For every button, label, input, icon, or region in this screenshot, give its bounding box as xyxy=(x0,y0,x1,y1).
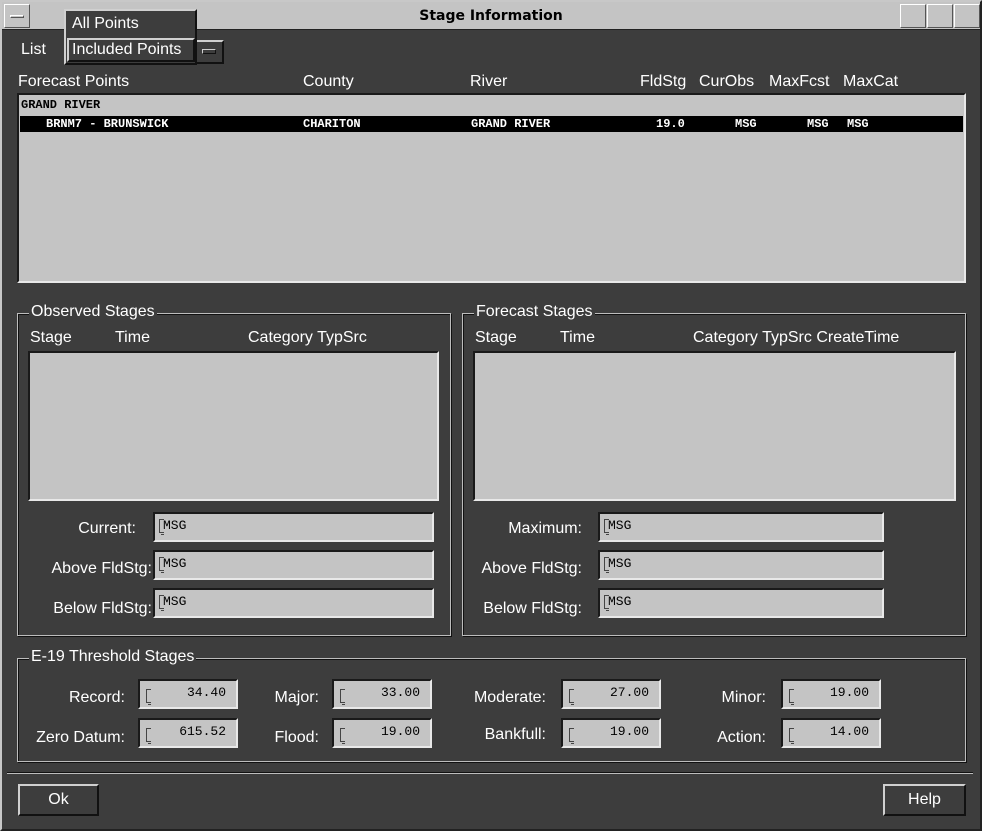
action-value: 14.00 xyxy=(829,724,869,739)
text-cursor-icon xyxy=(789,728,794,744)
moderate-field[interactable]: 27.00 xyxy=(561,679,661,709)
forecast-stages-list[interactable] xyxy=(473,351,956,501)
header-forecast-points: Forecast Points xyxy=(18,73,130,90)
cell-county: CHARITON xyxy=(303,117,361,131)
forecast-points-list[interactable]: GRAND RIVER BRNM7 - BRUNSWICK CHARITON G… xyxy=(17,93,966,283)
record-value: 34.40 xyxy=(186,685,226,700)
text-cursor-icon xyxy=(604,556,609,573)
header-maxcat: MaxCat xyxy=(843,73,899,90)
cell-maxfcst: MSG xyxy=(807,117,829,131)
bankfull-value: 19.00 xyxy=(609,724,649,739)
threshold-stages-title: E-19 Threshold Stages xyxy=(29,648,197,666)
obs-below-fldstg-value: MSG xyxy=(163,594,187,609)
list-row-brnm7[interactable]: BRNM7 - BRUNSWICK CHARITON GRAND RIVER 1… xyxy=(20,116,963,132)
current-value: MSG xyxy=(163,518,187,533)
current-label: Current: xyxy=(78,520,136,537)
text-cursor-icon xyxy=(159,518,164,535)
header-curobs: CurObs xyxy=(699,73,755,90)
forecast-header-category-typsrc-createtime: Category TypSrc CreateTime xyxy=(693,329,900,346)
current-field[interactable]: MSG xyxy=(153,512,434,542)
text-cursor-icon xyxy=(340,728,345,744)
help-button[interactable]: Help xyxy=(883,784,966,816)
record-field[interactable]: 34.40 xyxy=(138,679,238,709)
ok-button[interactable]: Ok xyxy=(18,784,99,816)
forecast-stages-title: Forecast Stages xyxy=(474,303,595,321)
cell-point: BRNM7 - BRUNSWICK xyxy=(46,117,169,131)
option-menu-indicator-icon xyxy=(202,49,216,54)
major-label: Major: xyxy=(274,689,319,706)
flood-value: 19.00 xyxy=(380,724,420,739)
threshold-stages-group: E-19 Threshold Stages Record: 34.40 Majo… xyxy=(17,648,966,762)
header-river: River xyxy=(470,73,508,90)
forecast-stages-group: Forecast Stages Stage Time Category TypS… xyxy=(462,303,966,636)
zero-datum-value: 615.52 xyxy=(179,724,226,739)
maximize-button[interactable] xyxy=(927,4,953,28)
moderate-label: Moderate: xyxy=(473,689,546,706)
fcst-below-fldstg-field[interactable]: MSG xyxy=(598,588,884,618)
action-label: Action: xyxy=(717,729,766,746)
text-cursor-icon xyxy=(146,689,151,705)
obs-below-fldstg-field[interactable]: MSG xyxy=(153,588,434,618)
cell-river: GRAND RIVER xyxy=(471,117,551,131)
forecast-header-stage: Stage xyxy=(475,329,517,346)
forecast-header-time: Time xyxy=(560,329,595,346)
fcst-above-fldstg-label: Above FldStg: xyxy=(481,560,583,577)
header-fldstg: FldStg xyxy=(640,73,687,90)
observed-header-category-typsrc: Category TypSrc xyxy=(248,329,367,346)
option-all-points[interactable]: All Points xyxy=(70,12,139,36)
header-county: County xyxy=(303,73,354,90)
maximum-label: Maximum: xyxy=(508,520,582,537)
major-field[interactable]: 33.00 xyxy=(332,679,432,709)
text-cursor-icon xyxy=(159,594,164,611)
cell-curobs: MSG xyxy=(735,117,757,131)
flood-field[interactable]: 19.00 xyxy=(332,718,432,748)
obs-above-fldstg-label: Above FldStg: xyxy=(51,560,153,577)
obs-below-fldstg-label: Below FldStg: xyxy=(53,600,152,617)
minor-value: 19.00 xyxy=(829,685,869,700)
text-cursor-icon xyxy=(604,518,609,535)
maximum-value: MSG xyxy=(608,518,632,533)
text-cursor-icon xyxy=(604,594,609,611)
list-option-popup[interactable]: All Points Included Points xyxy=(64,9,197,65)
text-cursor-icon xyxy=(340,689,345,705)
fcst-above-fldstg-field[interactable]: MSG xyxy=(598,550,884,580)
header-maxfcst: MaxFcst xyxy=(769,73,830,90)
major-value: 33.00 xyxy=(380,685,420,700)
bankfull-label: Bankfull: xyxy=(484,726,546,743)
bottom-separator xyxy=(7,772,973,774)
fcst-below-fldstg-label: Below FldStg: xyxy=(483,600,582,617)
observed-stages-title: Observed Stages xyxy=(29,303,157,321)
obs-above-fldstg-value: MSG xyxy=(163,556,187,571)
minor-field[interactable]: 19.00 xyxy=(781,679,881,709)
close-button[interactable] xyxy=(954,4,980,28)
text-cursor-icon xyxy=(569,728,574,744)
zero-datum-label: Zero Datum: xyxy=(36,729,125,746)
action-field[interactable]: 14.00 xyxy=(781,718,881,748)
fcst-above-fldstg-value: MSG xyxy=(608,556,632,571)
text-cursor-icon xyxy=(146,728,151,744)
obs-above-fldstg-field[interactable]: MSG xyxy=(153,550,434,580)
cell-fldstg: 19.0 xyxy=(656,117,685,131)
list-group-row[interactable]: GRAND RIVER xyxy=(21,97,100,113)
text-cursor-icon xyxy=(569,689,574,705)
moderate-value: 27.00 xyxy=(609,685,649,700)
observed-stages-group: Observed Stages Stage Time Category TypS… xyxy=(17,303,451,636)
list-option-menu-button[interactable] xyxy=(194,40,224,64)
observed-stages-list[interactable] xyxy=(28,351,439,501)
text-cursor-icon xyxy=(789,689,794,705)
minor-label: Minor: xyxy=(721,689,766,706)
observed-header-stage: Stage xyxy=(30,329,72,346)
flood-label: Flood: xyxy=(274,729,319,746)
option-included-points[interactable]: Included Points xyxy=(67,38,195,62)
record-label: Record: xyxy=(68,689,125,706)
cell-maxcat: MSG xyxy=(847,117,869,131)
list-label: List xyxy=(21,41,46,58)
fcst-below-fldstg-value: MSG xyxy=(608,594,632,609)
minimize-button[interactable] xyxy=(900,4,926,28)
text-cursor-icon xyxy=(159,556,164,573)
maximum-field[interactable]: MSG xyxy=(598,512,884,542)
zero-datum-field[interactable]: 615.52 xyxy=(138,718,238,748)
observed-header-time: Time xyxy=(115,329,150,346)
bankfull-field[interactable]: 19.00 xyxy=(561,718,661,748)
